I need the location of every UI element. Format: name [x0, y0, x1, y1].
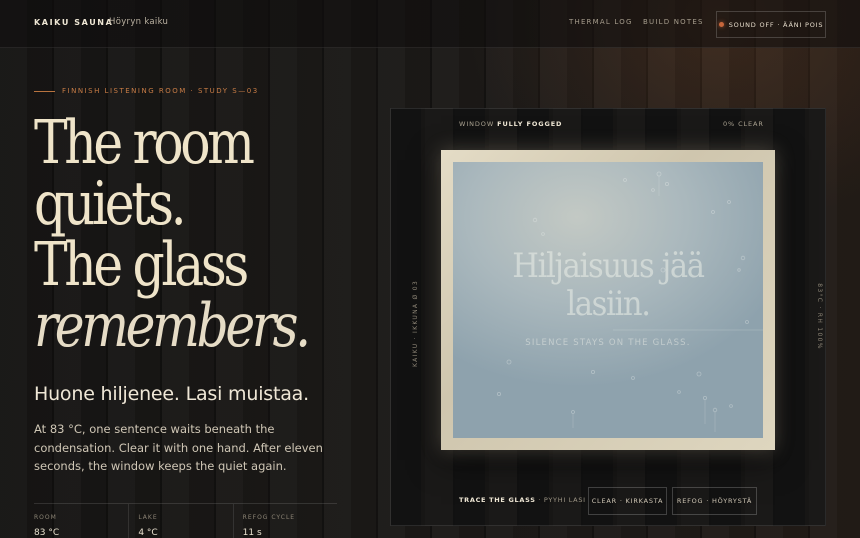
stat-refog-cycle: REFOG CYCLE 11 s — [234, 504, 337, 538]
trace-instruction: TRACE THE GLASS · PYYHI LASI — [459, 496, 586, 504]
clear-button[interactable]: CLEAR · KIRKASTA — [588, 487, 667, 515]
stat-label: ROOM — [34, 514, 57, 521]
headline-line-4: remembers. — [34, 291, 311, 361]
nav-thermal-log[interactable]: THERMAL LOG — [569, 18, 633, 26]
side-label-left: KAIKU · IKKUNA Ø 03 — [411, 280, 419, 367]
stat-label: LAKE — [138, 514, 158, 521]
refog-button[interactable]: REFOG · HÖYRYSTÄ — [672, 487, 757, 515]
stat-value: 11 s — [242, 528, 262, 538]
stat-value: 4 °C — [138, 528, 158, 538]
kicker-rule — [34, 91, 55, 92]
headline: The room quiets. The glass remembers. — [34, 108, 311, 361]
hidden-message-line-2: lasiin. — [566, 284, 651, 324]
finnish-subtitle: Huone hiljenee. Lasi muistaa. — [34, 383, 309, 405]
stat-lake: LAKE 4 °C — [129, 504, 234, 538]
brand-name[interactable]: KAIKU SAUNA — [34, 18, 113, 27]
trace-instruction-rest: · PYYHI LASI — [535, 496, 586, 504]
window-state-prefix: WINDOW — [459, 120, 495, 128]
sound-toggle-label: SOUND OFF · ÄÄNI POIS — [728, 20, 824, 29]
hidden-message-line-1: Hiljaisuus jää — [512, 246, 705, 286]
side-label-right: 83°C · RH 100% — [815, 283, 823, 350]
headline-line-1: The room — [34, 108, 255, 178]
stat-room: ROOM 83 °C — [34, 504, 130, 538]
trace-instruction-bold: TRACE THE GLASS — [459, 496, 536, 504]
window-state-value: FULLY FOGGED — [497, 120, 563, 128]
fogged-glass-canvas[interactable]: Hiljaisuus jää lasiin. SILENCE STAYS ON … — [453, 162, 763, 438]
clear-percentage: 0% CLEAR — [723, 120, 764, 128]
stats-row: ROOM 83 °C LAKE 4 °C REFOG CYCLE 11 s — [34, 503, 337, 538]
hidden-message-finnish: Hiljaisuus jää lasiin. — [469, 247, 748, 323]
nav-build-notes[interactable]: BUILD NOTES — [643, 18, 704, 26]
stat-value: 83 °C — [34, 528, 60, 538]
sound-toggle-button[interactable]: SOUND OFF · ÄÄNI POIS — [716, 11, 826, 38]
brand-subtitle: Höyryn kaiku — [109, 17, 169, 27]
window-state: WINDOW FULLY FOGGED — [459, 120, 562, 128]
sound-status-dot-icon — [718, 22, 724, 27]
hidden-message-english: SILENCE STAYS ON THE GLASS. — [525, 338, 691, 348]
intro-paragraph: At 83 °C, one sentence waits beneath the… — [34, 422, 323, 473]
headline-line-2: quiets. — [34, 169, 187, 239]
kicker: FINNISH LISTENING ROOM · STUDY S—03 — [62, 87, 259, 95]
headline-line-3: The glass — [34, 230, 249, 300]
stat-label: REFOG CYCLE — [242, 514, 296, 521]
site-header: KAIKU SAUNA Höyryn kaiku THERMAL LOG BUI… — [0, 0, 860, 48]
